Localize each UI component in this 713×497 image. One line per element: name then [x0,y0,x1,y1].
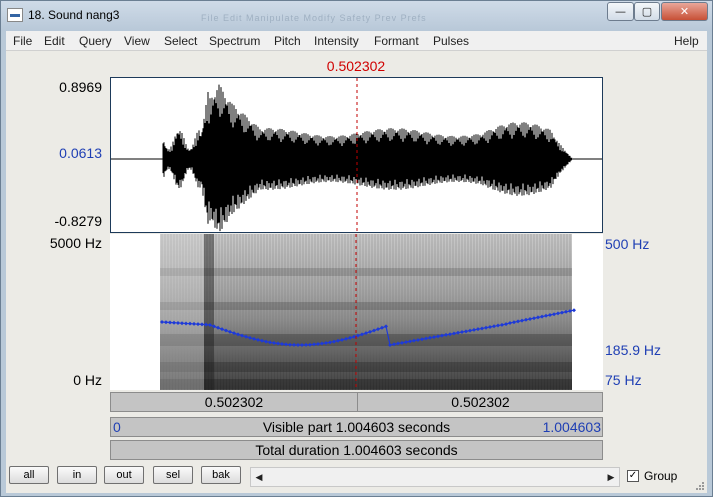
menu-view[interactable]: View [124,34,150,48]
visible-part-label: Visible part 1.004603 seconds [262,419,451,435]
waveform-mid-label: 0.0613 [59,145,102,161]
menu-formant[interactable]: Formant [374,34,419,48]
menu-select[interactable]: Select [164,34,197,48]
spectrogram-panel[interactable] [110,234,603,390]
zoom-out-button[interactable]: out [104,466,144,484]
menu-query[interactable]: Query [79,34,112,48]
app-icon [7,8,23,22]
spectrogram-plot [160,234,576,390]
menu-pitch[interactable]: Pitch [274,34,301,48]
waveform-panel[interactable] [110,77,603,233]
maximize-button[interactable]: ▢ [634,2,660,21]
formant-band-1 [160,302,572,310]
formant-band-0 [160,268,572,276]
scroll-right-arrow-icon[interactable]: ▶ [604,469,618,485]
menu-intensity[interactable]: Intensity [314,34,359,48]
left-segment[interactable]: 0.502302 [111,393,357,411]
pre-voicing-region [160,234,204,390]
menu-help[interactable]: Help [674,34,699,48]
background-menu-ghost: File Edit Manipulate Modify Safety Prev … [201,13,427,23]
minimize-button[interactable]: — [607,2,634,21]
scroll-left-arrow-icon[interactable]: ◀ [252,469,266,485]
menu-spectrum[interactable]: Spectrum [209,34,260,48]
editor-client-area: File Edit Query View Select Spectrum Pit… [6,31,707,493]
right-segment[interactable]: 0.502302 [357,393,603,411]
formant-band-3 [160,362,572,372]
pitch-floor-label: 75 Hz [605,372,642,388]
pitch-ceiling-label: 500 Hz [605,236,650,252]
group-checkbox[interactable]: ✓ [627,470,639,482]
sound-editor-window: 18. Sound nang3 File Edit Manipulate Mod… [0,0,713,497]
zoom-in-button[interactable]: in [57,466,97,484]
menu-file[interactable]: File [13,34,32,48]
visible-end: 1.004603 [542,419,601,435]
menu-pulses[interactable]: Pulses [433,34,469,48]
formant-band-4 [160,379,572,389]
group-label: Group [644,469,678,483]
visible-part-bar[interactable]: 0 Visible part 1.004603 seconds 1.004603 [110,417,603,437]
spectrogram-max-label: 5000 Hz [49,235,102,251]
all-button[interactable]: all [9,466,49,484]
spectrogram-min-label: 0 Hz [73,372,102,388]
total-duration-bar[interactable]: Total duration 1.004603 seconds [110,440,603,460]
window-title: 18. Sound nang3 [28,8,120,22]
onset-burst [204,234,214,390]
visible-start: 0 [113,419,121,435]
horizontal-scrollbar[interactable]: ◀ ▶ [250,467,620,487]
pitch-mark-label: 185.9 Hz [605,342,662,358]
menu-bar: File Edit Query View Select Spectrum Pit… [6,31,707,51]
bottom-toolbar: all in out sel bak ◀ ▶ ✓ Group [6,461,707,493]
waveform-trace [162,84,573,232]
selection-bar[interactable]: 0.502302 0.502302 [110,392,603,412]
waveform-max-label: 0.8969 [59,79,102,95]
cursor-time-label: 0.502302 [326,58,386,74]
zoom-selection-button[interactable]: sel [153,466,193,484]
title-bar[interactable]: 18. Sound nang3 File Edit Manipulate Mod… [1,1,712,31]
menu-edit[interactable]: Edit [44,34,65,48]
zoom-back-button[interactable]: bak [201,466,241,484]
resize-grip-icon[interactable] [695,481,705,491]
total-duration-label: Total duration 1.004603 seconds [255,442,458,458]
close-button[interactable]: ✕ [661,2,708,21]
waveform-plot [111,78,602,232]
formant-band-2 [160,334,572,346]
waveform-min-label: -0.8279 [54,213,102,229]
